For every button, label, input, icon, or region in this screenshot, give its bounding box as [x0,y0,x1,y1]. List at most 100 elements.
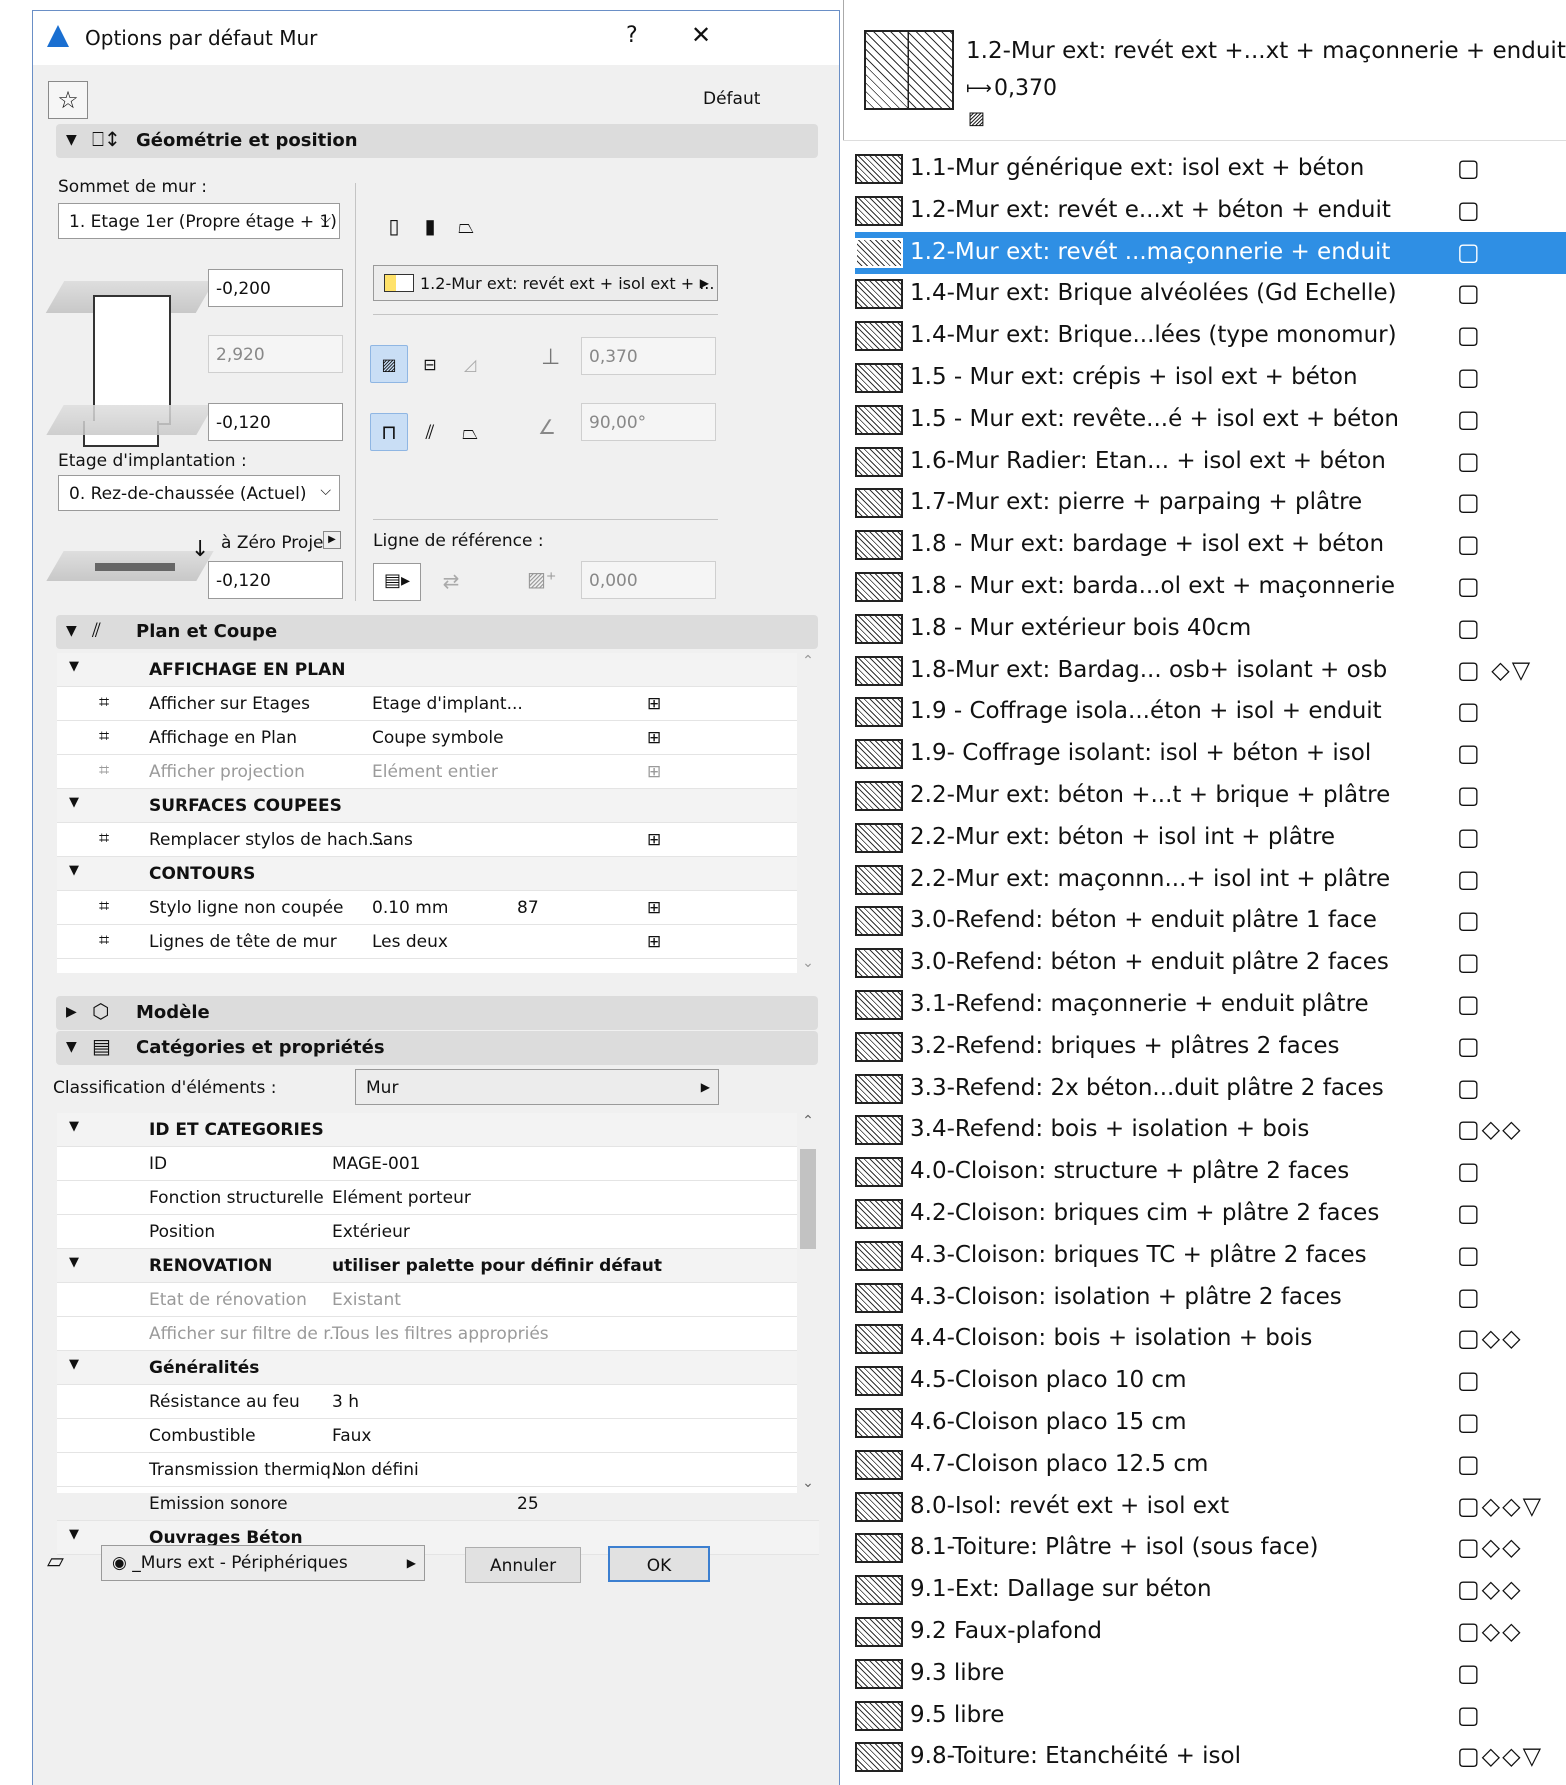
group-row[interactable]: ▼ SURFACES COUPEES [57,789,819,823]
composite-list-item[interactable]: 4.4-Cloison: bois + isolation + bois ▢◇◇ [855,1318,1566,1360]
structure-composite-icon[interactable]: ⊟ [411,345,449,383]
row-action-icon[interactable]: ⊞ [647,728,661,748]
table-row[interactable]: Afficher sur filtre de r... Tous les filt… [57,1317,819,1351]
collapse-icon[interactable]: ▼ [69,863,79,878]
wall-straight-icon[interactable]: ▯ [375,207,413,245]
close-button[interactable]: ✕ [691,21,711,49]
bottom-offset-field[interactable]: -0,120 [208,403,343,441]
plan-section-header[interactable]: ▼ ⫽ Plan et Coupe [56,615,818,649]
group-row[interactable]: ▼ RENOVATION utiliser palette pour définir… [57,1249,819,1283]
table-row[interactable]: Combustible Faux [57,1419,819,1453]
composite-list-item[interactable]: 1.5 - Mur ext: revête...é + isol ext + b… [855,399,1566,441]
wall-slanted-icon[interactable]: ▮ [411,207,449,245]
table-row[interactable]: ⌗ Lignes de tête de mur Les deux ⊞ [57,925,819,959]
help-button[interactable]: ? [626,23,638,48]
table-row[interactable]: ⌗ Affichage en Plan Coupe symbole ⊞ [57,721,819,755]
angle-field[interactable]: 90,00° [581,403,716,441]
composite-list-item[interactable]: 4.7-Cloison placo 12.5 cm ▢ [855,1444,1566,1486]
composite-list-item[interactable]: 3.4-Refend: bois + isolation + bois ▢◇◇ [855,1109,1566,1151]
composite-list-item[interactable]: 9.5 libre ▢ [855,1695,1566,1737]
model-section-header[interactable]: ▶ ⬡ Modèle [56,996,818,1030]
composite-list-item[interactable]: 1.2-Mur ext: revét e...xt + béton + endu… [855,190,1566,232]
composite-list-item[interactable]: 9.3 libre ▢ [855,1653,1566,1695]
composite-list-item[interactable]: 1.9 - Coffrage isola...éton + isol + end… [855,691,1566,733]
plan-scrollbar[interactable]: ⌃ ⌄ [797,653,819,973]
composite-list-item[interactable]: 1.4-Mur ext: Brique alvéolées (Gd Echell… [855,273,1566,315]
composite-list-item[interactable]: 1.7-Mur ext: pierre + parpaing + plâtre ▢ [855,482,1566,524]
wall-inclined-icon[interactable]: ⫽ [411,413,449,451]
classification-select[interactable]: Mur ▶ [355,1069,719,1105]
composite-list-item[interactable]: 1.1-Mur générique ext: isol ext + béton ▢ [855,148,1566,190]
table-row[interactable]: Etat de rénovation Existant [57,1283,819,1317]
composite-list-item[interactable]: 4.6-Cloison placo 15 cm ▢ [855,1402,1566,1444]
wall-trapezoid-icon[interactable]: ⏢ [447,207,485,245]
composite-list-item[interactable]: 1.8 - Mur ext: barda...ol ext + maçonner… [855,566,1566,608]
composite-list-item[interactable]: 3.3-Refend: 2x béton...duit plâtre 2 fac… [855,1068,1566,1110]
ok-button[interactable]: OK [608,1546,710,1582]
scroll-up-icon[interactable]: ⌃ [797,653,819,669]
table-row[interactable]: Fonction structurelle Elément porteur [57,1181,819,1215]
row-action-icon[interactable]: ⊞ [647,932,661,952]
wall-height-field[interactable]: 2,920 [208,335,343,373]
composite-list-item[interactable]: 3.0-Refend: béton + enduit plâtre 2 face… [855,942,1566,984]
composite-list-item[interactable]: 2.2-Mur ext: béton +...t + brique + plât… [855,775,1566,817]
collapse-icon[interactable]: ▼ [69,1527,79,1542]
group-row[interactable]: ▼ Généralités [57,1351,819,1385]
composite-list-item[interactable]: 1.2-Mur ext: revét ...maçonnerie + endui… [855,231,1566,274]
structure-basic-icon[interactable]: ▨ [370,345,408,383]
scroll-down-icon[interactable]: ⌄ [797,1475,819,1491]
composite-list-item[interactable]: 8.0-Isol: revét ext + isol ext ▢◇◇▽ [855,1486,1566,1528]
composite-list-item[interactable]: 2.2-Mur ext: béton + isol int + plâtre ▢ [855,817,1566,859]
composite-list-item[interactable]: 1.8 - Mur ext: bardage + isol ext + béto… [855,524,1566,566]
composite-list-item[interactable]: 9.2 Faux-plafond ▢◇◇ [855,1611,1566,1653]
row-action-icon[interactable]: ⊞ [647,830,661,850]
table-row[interactable]: Position Extérieur [57,1215,819,1249]
composite-list-item[interactable]: 4.3-Cloison: briques TC + plâtre 2 faces… [855,1235,1566,1277]
collapse-icon[interactable]: ▼ [69,1119,79,1134]
table-row[interactable]: Résistance au feu 3 h [57,1385,819,1419]
composite-list-item[interactable]: 4.5-Cloison placo 10 cm ▢ [855,1360,1566,1402]
geometry-section-header[interactable]: ▼ ⎕↕ Géométrie et position [56,124,818,158]
table-row[interactable]: ⌗ Stylo ligne non coupée 0.10 mm 87 ⊞ [57,891,819,925]
properties-scrollbar[interactable]: ⌃ ⌄ [797,1113,819,1493]
collapse-icon[interactable]: ▼ [69,659,79,674]
categories-section-header[interactable]: ▼ ▤ Catégories et propriétés [56,1031,818,1065]
table-row[interactable]: Emission sonore 25 [57,1487,819,1521]
composite-list-item[interactable]: 3.0-Refend: béton + enduit plâtre 1 face… [855,900,1566,942]
composite-list-item[interactable]: 4.2-Cloison: briques cim + plâtre 2 face… [855,1193,1566,1235]
row-action-icon[interactable]: ⊞ [647,694,661,714]
zero-project-toggle-button[interactable]: ▶ [323,531,341,549]
reference-offset-field[interactable]: 0,000 [581,561,716,599]
collapse-icon[interactable]: ▼ [69,1357,79,1372]
table-row[interactable]: ⌗ Afficher sur Etages Etage d'implant... ⊞ [57,687,819,721]
composite-list-item[interactable]: 1.8 - Mur extérieur bois 40cm ▢ [855,608,1566,650]
wall-top-select[interactable]: 1. Etage 1er (Propre étage + 1) ⌵ [58,203,340,239]
scroll-thumb[interactable] [800,1149,816,1249]
top-offset-field[interactable]: -0,200 [208,269,343,307]
composite-select[interactable]: 1.2-Mur ext: revét ext + isol ext + ... … [373,265,718,301]
group-row[interactable]: ▼ ID ET CATEGORIES [57,1113,819,1147]
composite-list-item[interactable]: 8.1-Toiture: Plâtre + isol (sous face) ▢◇… [855,1527,1566,1569]
composite-list-item[interactable]: 1.4-Mur ext: Brique...lées (type monomur… [855,315,1566,357]
composite-list-item[interactable]: 1.6-Mur Radier: Etan... + isol ext + bét… [855,441,1566,483]
collapse-icon[interactable]: ▼ [69,795,79,810]
scroll-down-icon[interactable]: ⌄ [797,955,819,971]
layer-select[interactable]: ◉ _Murs ext - Périphériques ▶ [101,1545,425,1581]
wall-vertical-icon[interactable]: ⊓ [370,413,408,451]
composite-list-item[interactable]: 3.1-Refend: maçonnerie + enduit plâtre ▢ [855,984,1566,1026]
composite-list-item[interactable]: 1.8-Mur ext: Bardag... osb+ isolant + os… [855,650,1566,692]
composite-list-item[interactable]: 3.2-Refend: briques + plâtres 2 faces ▢ [855,1026,1566,1068]
home-story-select[interactable]: 0. Rez-de-chaussée (Actuel) ⌵ [58,475,340,511]
table-row[interactable]: ⌗ Remplacer stylos de hach... Sans ⊞ [57,823,819,857]
scroll-up-icon[interactable]: ⌃ [797,1113,819,1129]
zero-project-field[interactable]: -0,120 [208,561,343,599]
structure-profile-icon[interactable]: ◿ [451,345,489,383]
collapse-icon[interactable]: ▼ [69,1255,79,1270]
table-row[interactable]: Transmission thermiq... Non défini [57,1453,819,1487]
composite-list-item[interactable]: 4.0-Cloison: structure + plâtre 2 faces ▢ [855,1151,1566,1193]
thickness-field[interactable]: 0,370 [581,337,716,375]
table-row[interactable]: ⌗ Afficher projection Elément entier ⊞ [57,755,819,789]
table-row[interactable]: ID MAGE-001 [57,1147,819,1181]
group-row[interactable]: ▼ AFFICHAGE EN PLAN [57,653,819,687]
composite-list-item[interactable]: 9.8-Toiture: Etanchéité + isol ▢◇◇▽ [855,1736,1566,1778]
